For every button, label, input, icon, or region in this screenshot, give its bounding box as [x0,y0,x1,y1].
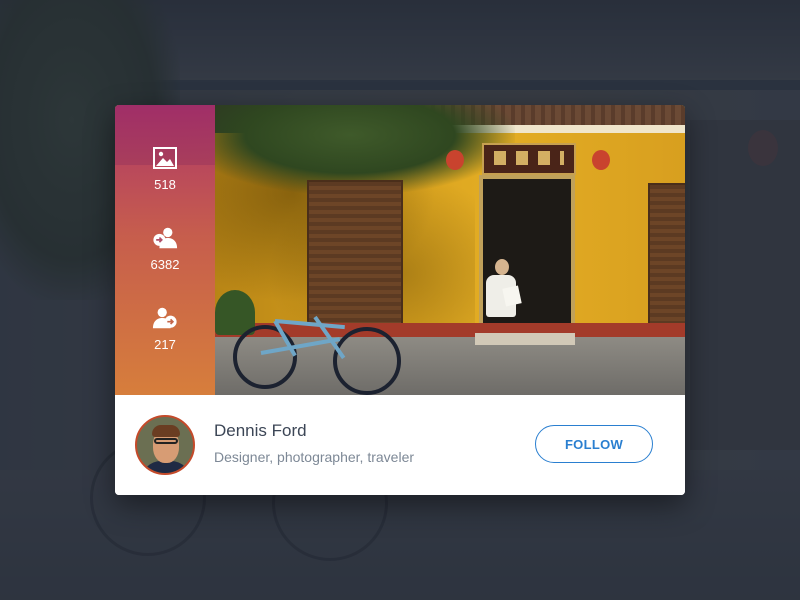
stat-photos[interactable]: 518 [115,145,215,192]
followers-icon [153,227,178,249]
profile-card: 518 6382 217 Dennis Ford Designer, photo… [115,105,685,495]
stat-following-value: 217 [154,337,176,352]
profile-name[interactable]: Dennis Ford [214,421,307,441]
following-icon [152,307,177,329]
stats-panel: 518 6382 217 [115,105,215,395]
follow-button[interactable]: FOLLOW [535,425,653,463]
image-icon [153,147,177,169]
stat-photos-value: 518 [154,177,176,192]
avatar[interactable] [135,415,195,475]
profile-bio: Designer, photographer, traveler [214,449,415,465]
stat-following[interactable]: 217 [115,305,215,352]
stat-followers[interactable]: 6382 [115,225,215,272]
stat-followers-value: 6382 [150,257,180,272]
